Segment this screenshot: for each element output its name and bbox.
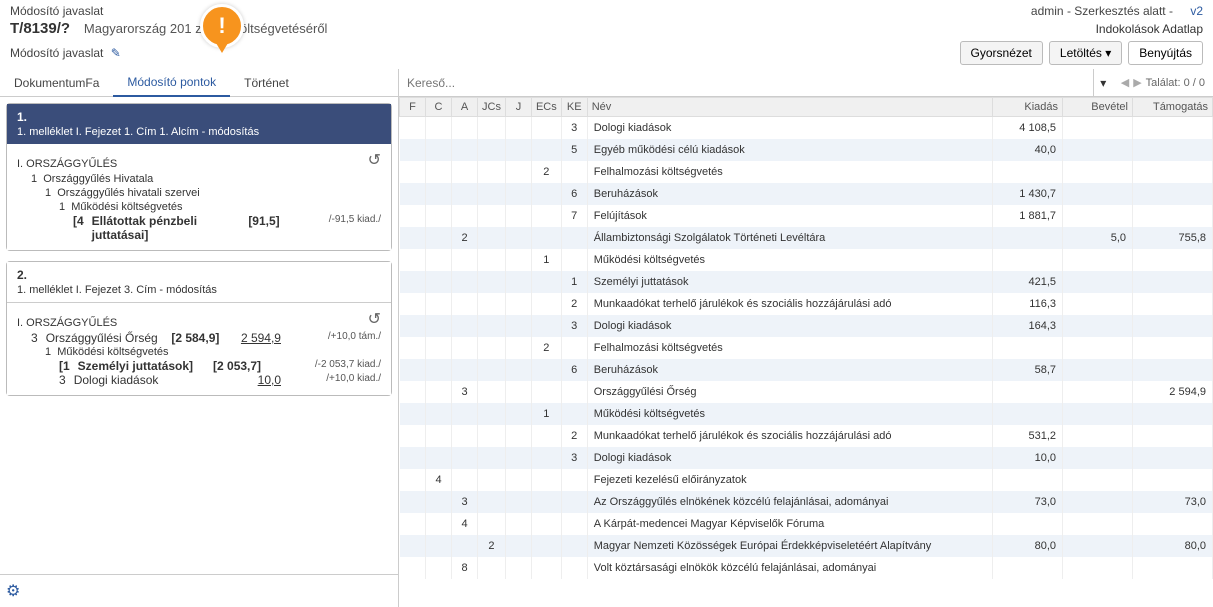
search-dropdown[interactable]: ▾ bbox=[1093, 69, 1113, 96]
gear-icon[interactable]: ⚙ bbox=[6, 583, 20, 600]
version-link[interactable]: v2 bbox=[1190, 4, 1203, 18]
tab-dokumentumfa[interactable]: DokumentumFa bbox=[0, 70, 113, 96]
table-row[interactable]: 2Munkaadókat terhelő járulékok és szociá… bbox=[400, 293, 1213, 315]
table-row[interactable]: 6Beruházások58,7 bbox=[400, 359, 1213, 381]
mod-card-2[interactable]: 2. 1. melléklet I. Fejezet 3. Cím - módo… bbox=[6, 261, 392, 396]
mod2-title: 1. melléklet I. Fejezet 3. Cím - módosít… bbox=[17, 284, 381, 296]
col-a[interactable]: A bbox=[452, 98, 478, 117]
mod1-heading: I. ORSZÁGGYŰLÉS bbox=[17, 158, 381, 170]
table-row[interactable]: 5Egyéb működési célú kiadások40,0 bbox=[400, 139, 1213, 161]
col-ecs[interactable]: ECs bbox=[531, 98, 561, 117]
mod1-num: 1. bbox=[17, 110, 381, 124]
col-kiadas[interactable]: Kiadás bbox=[993, 98, 1063, 117]
table-row[interactable]: 3Dologi kiadások10,0 bbox=[400, 447, 1213, 469]
undo-icon[interactable]: ↺ bbox=[368, 309, 381, 329]
table-row[interactable]: 1Működési költségvetés bbox=[400, 403, 1213, 425]
tab-modosito-pontok[interactable]: Módosító pontok bbox=[113, 69, 230, 97]
mod1-title: 1. melléklet I. Fejezet 1. Cím 1. Alcím … bbox=[17, 126, 381, 138]
table-row[interactable]: 2Magyar Nemzeti Közösségek Európai Érdek… bbox=[400, 535, 1213, 557]
col-jcs[interactable]: JCs bbox=[478, 98, 506, 117]
chevron-down-icon: ▾ bbox=[1105, 46, 1111, 60]
link-adatlap[interactable]: Adatlap bbox=[1162, 22, 1203, 36]
table-row[interactable]: 2Munkaadókat terhelő járulékok és szociá… bbox=[400, 425, 1213, 447]
alert-icon[interactable]: ! bbox=[200, 4, 244, 48]
table-row[interactable]: 8Volt köztársasági elnökök közcélú felaj… bbox=[400, 557, 1213, 579]
table-row[interactable]: 7Felújítások1 881,7 bbox=[400, 205, 1213, 227]
col-j[interactable]: J bbox=[505, 98, 531, 117]
user-status: admin - Szerkesztés alatt - bbox=[1031, 4, 1176, 18]
chevron-down-icon: ▾ bbox=[1100, 76, 1106, 90]
edit-label: Módosító javaslat bbox=[10, 46, 103, 60]
undo-icon[interactable]: ↺ bbox=[368, 150, 381, 170]
doc-id: T/8139/? bbox=[10, 20, 70, 37]
result-count: Találat: 0 / 0 bbox=[1146, 77, 1205, 89]
col-c[interactable]: C bbox=[426, 98, 452, 117]
table-row[interactable]: 1Személyi juttatások421,5 bbox=[400, 271, 1213, 293]
quickview-button[interactable]: Gyorsnézet bbox=[960, 41, 1043, 65]
col-nev[interactable]: Név bbox=[587, 98, 992, 117]
mod2-heading: I. ORSZÁGGYŰLÉS bbox=[17, 317, 381, 329]
col-ke[interactable]: KE bbox=[561, 98, 587, 117]
table-row[interactable]: 2Felhalmozási költségvetés bbox=[400, 161, 1213, 183]
next-result-icon[interactable]: ▶ bbox=[1133, 76, 1141, 89]
table-row[interactable]: 3Dologi kiadások164,3 bbox=[400, 315, 1213, 337]
col-bevetel[interactable]: Bevétel bbox=[1063, 98, 1133, 117]
table-row[interactable]: 2Állambiztonsági Szolgálatok Történeti L… bbox=[400, 227, 1213, 249]
link-indokolasok[interactable]: Indokolások bbox=[1096, 22, 1160, 36]
table-row[interactable]: 4Fejezeti kezelésű előirányzatok bbox=[400, 469, 1213, 491]
pencil-icon[interactable]: ✎ bbox=[111, 46, 121, 60]
submit-button[interactable]: Benyújtás bbox=[1128, 41, 1203, 65]
table-row[interactable]: 3Az Országgyűlés elnökének közcélú felaj… bbox=[400, 491, 1213, 513]
table-row[interactable]: 3Országgyűlési Őrség2 594,9 bbox=[400, 381, 1213, 403]
table-row[interactable]: 1Működési költségvetés bbox=[400, 249, 1213, 271]
mod2-num: 2. bbox=[17, 268, 381, 282]
download-button[interactable]: Letöltés ▾ bbox=[1049, 41, 1122, 65]
table-row[interactable]: 6Beruházások1 430,7 bbox=[400, 183, 1213, 205]
tab-tortenet[interactable]: Történet bbox=[230, 70, 303, 96]
prev-result-icon[interactable]: ◀ bbox=[1121, 76, 1129, 89]
breadcrumb: Módosító javaslat bbox=[10, 4, 103, 18]
mod-card-1[interactable]: 1. 1. melléklet I. Fejezet 1. Cím 1. Alc… bbox=[6, 103, 392, 251]
table-row[interactable]: 2Felhalmozási költségvetés bbox=[400, 337, 1213, 359]
budget-table: F C A JCs J ECs KE Név Kiadás Bevétel Tá… bbox=[399, 97, 1213, 579]
col-f[interactable]: F bbox=[400, 98, 426, 117]
table-row[interactable]: 4A Kárpát-medencei Magyar Képviselők Fór… bbox=[400, 513, 1213, 535]
table-row[interactable]: 3Dologi kiadások4 108,5 bbox=[400, 117, 1213, 139]
search-input[interactable] bbox=[399, 72, 1093, 94]
col-tamogatas[interactable]: Támogatás bbox=[1133, 98, 1213, 117]
